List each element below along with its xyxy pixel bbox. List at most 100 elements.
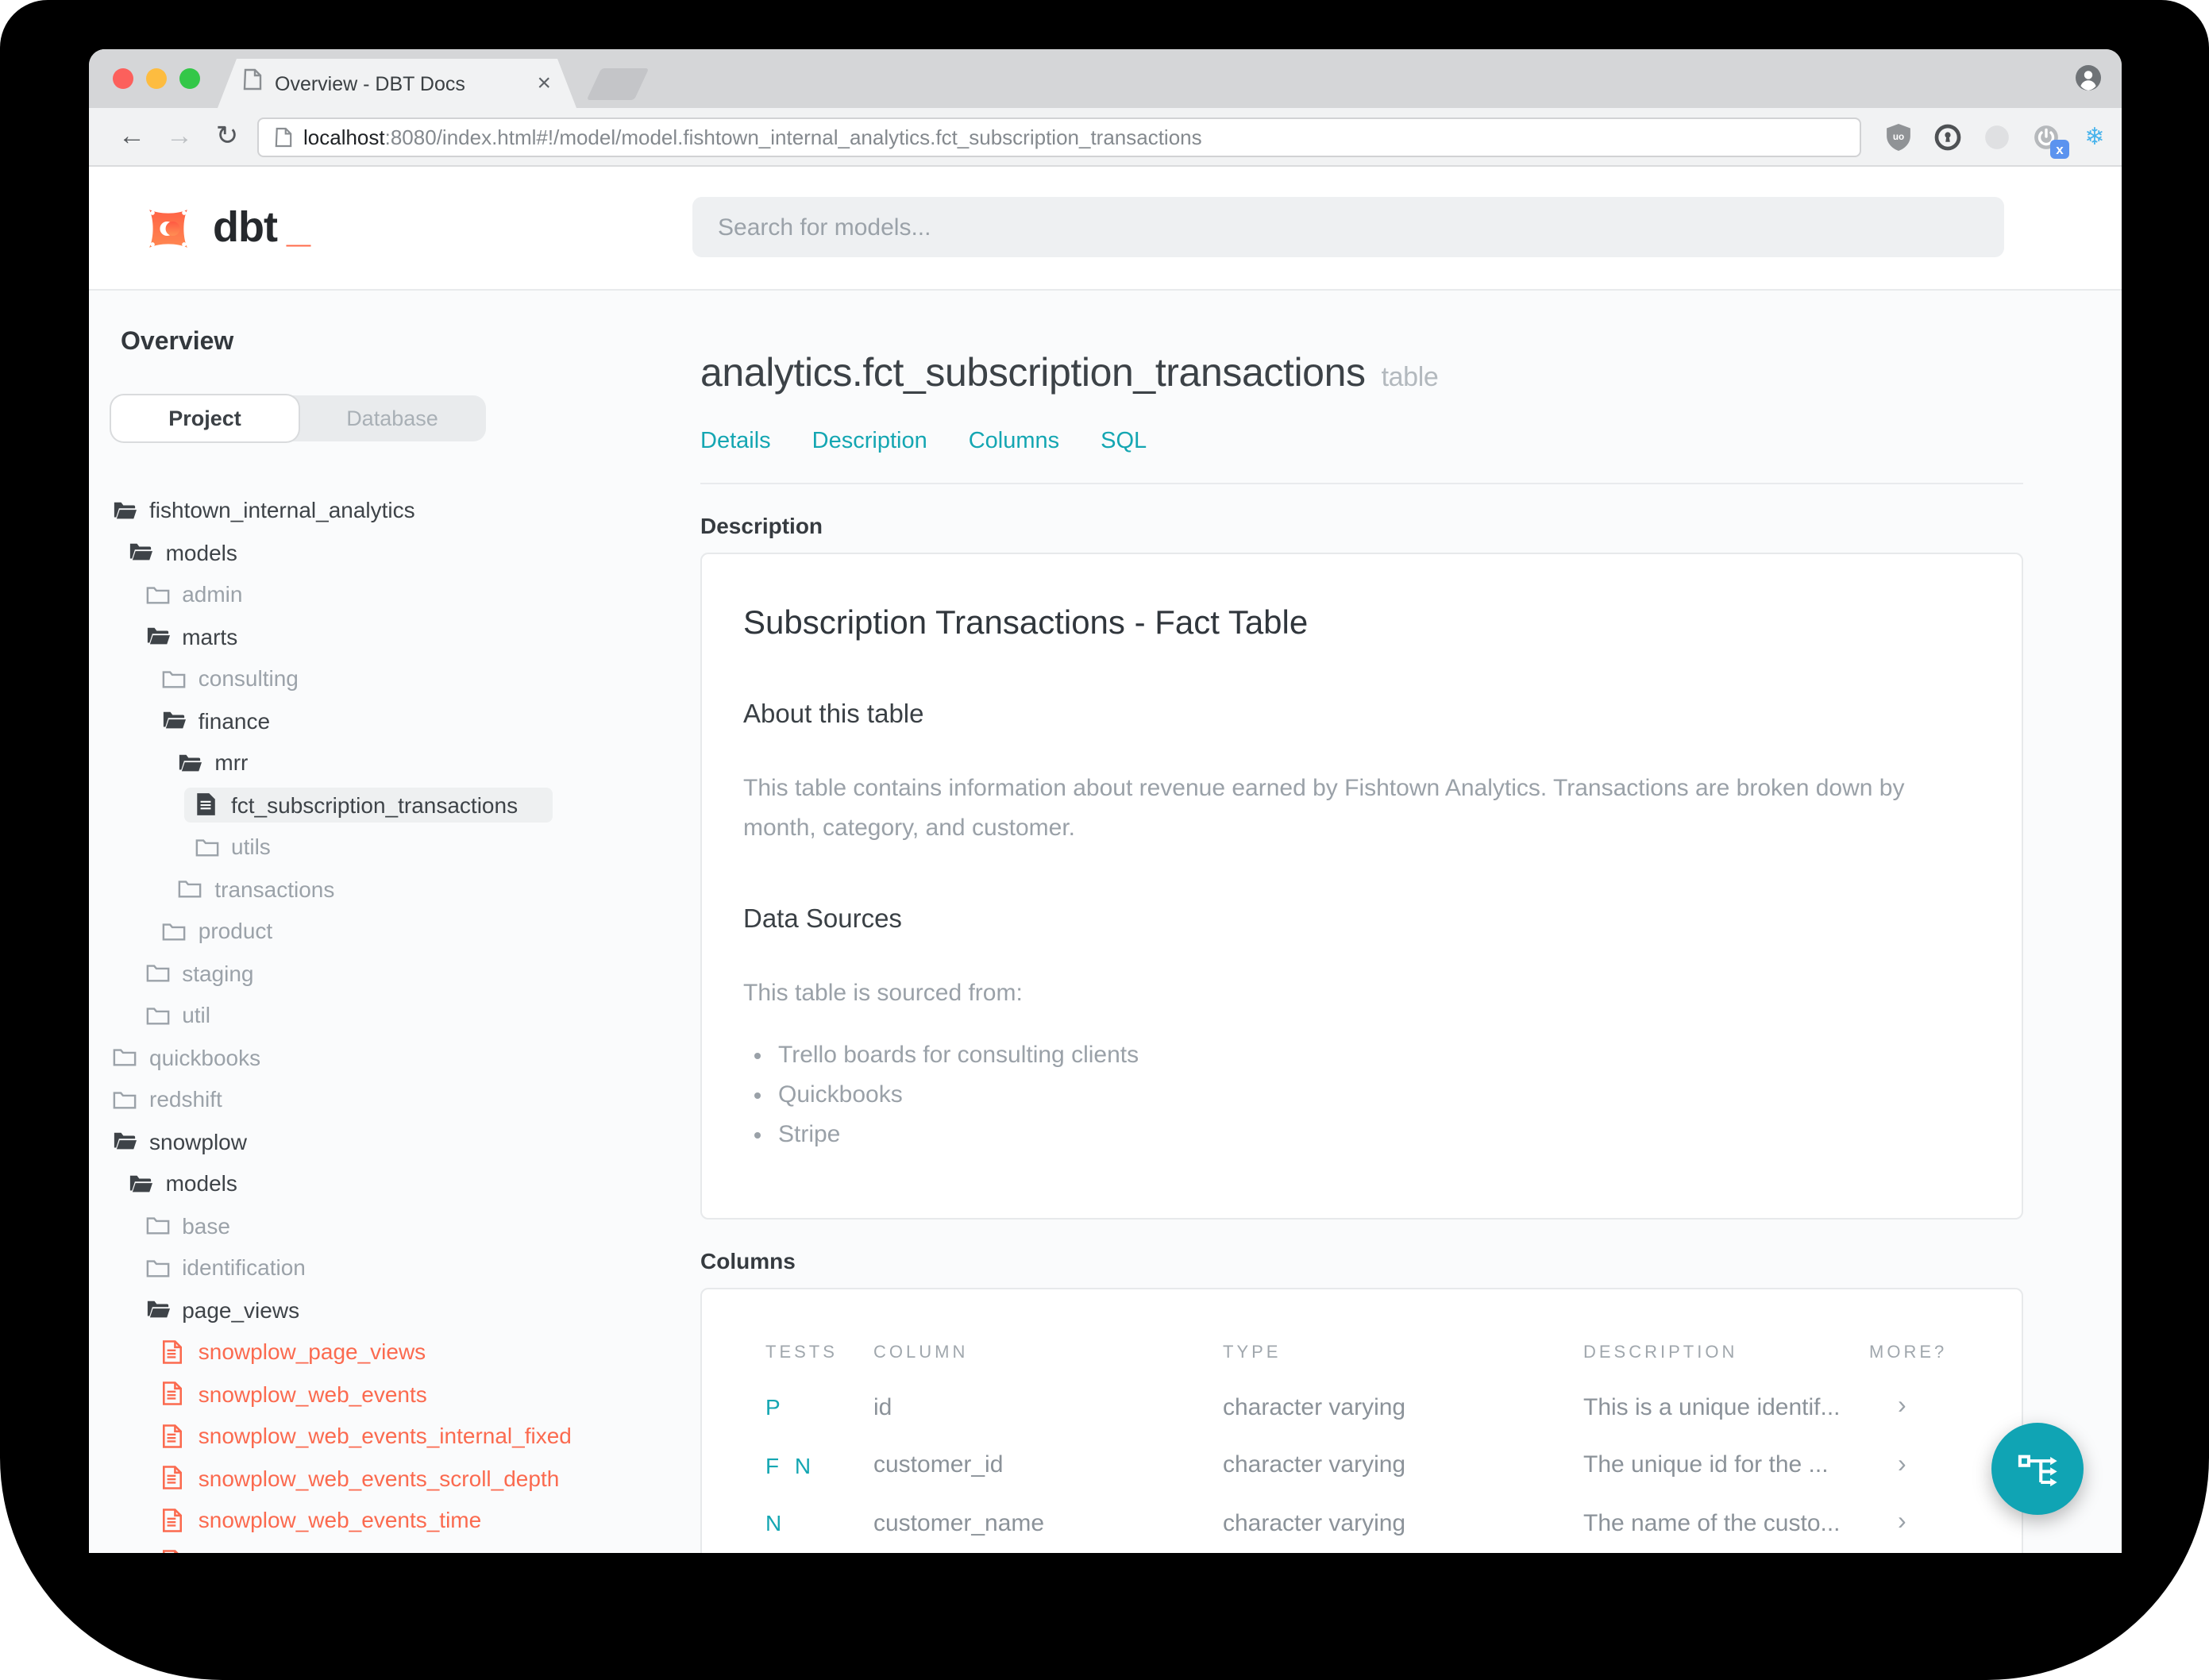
column-row-customer_id[interactable]: F N customer_id character varying The uniqu… <box>765 1436 2022 1494</box>
tree-folder-consulting[interactable]: consulting <box>89 657 697 699</box>
screenshot-frame: Overview - DBT Docs × ← → ↻ localhost:80… <box>0 0 2209 1680</box>
folder-closed-icon <box>145 584 169 606</box>
tree-folder-transactions[interactable]: transactions <box>89 868 697 910</box>
tree-file-snowplow_web_events_internal_fixed[interactable]: snowplow_web_events_internal_fixed <box>89 1415 697 1457</box>
tree-folder-util[interactable]: util <box>89 994 697 1036</box>
folder-open-icon <box>178 752 202 774</box>
folder-open-icon <box>113 499 137 522</box>
document-icon <box>275 126 292 147</box>
file-icon <box>162 1466 186 1490</box>
minimize-window-button[interactable] <box>146 68 167 89</box>
tree-file-snowplow_web_events_time[interactable]: snowplow_web_events_time <box>89 1499 697 1541</box>
tree-item-label: transactions <box>214 876 335 902</box>
column-row-customer_name[interactable]: Ncustomer_name character varying The name … <box>765 1494 2022 1552</box>
tree-folder-models[interactable]: models <box>89 531 697 573</box>
tree-folder-redshift[interactable]: redshift <box>89 1078 697 1120</box>
sidebar-tab-project[interactable]: Project <box>111 395 299 441</box>
divider <box>700 483 2023 484</box>
cell-cname: id <box>873 1393 892 1421</box>
file-icon <box>162 1508 186 1532</box>
sidebar-tab-database[interactable]: Database <box>299 395 486 441</box>
browser-tab[interactable]: Overview - DBT Docs × <box>218 59 576 108</box>
tree-item-label: models <box>165 1170 237 1196</box>
folder-open-icon <box>113 1131 137 1153</box>
tree-folder-utils[interactable]: utils <box>89 826 697 868</box>
logo-text: dbt <box>213 203 278 251</box>
tree-file-snowplow_page_views[interactable]: snowplow_page_views <box>89 1331 697 1373</box>
tree-folder-marts[interactable]: marts <box>89 615 697 657</box>
disabled-extension-icon[interactable] <box>1982 122 2010 151</box>
folder-closed-icon <box>145 1215 169 1237</box>
tab-close-icon[interactable]: × <box>537 71 551 95</box>
tree-file-snowplow_web_events[interactable]: snowplow_web_events <box>89 1373 697 1415</box>
tree-item-label: snowplow_web_events_internal_fixed <box>198 1423 572 1449</box>
url-host: localhost <box>303 125 385 148</box>
tree-folder-finance[interactable]: finance <box>89 699 697 742</box>
tree-folder-admin[interactable]: admin <box>89 573 697 615</box>
cell-ctype: character varying <box>1223 1509 1406 1537</box>
page-title: analytics.fct_subscription_transactions t… <box>700 351 1439 395</box>
tree-folder-snowplow[interactable]: snowplow <box>89 1120 697 1162</box>
tree-folder-mrr[interactable]: mrr <box>89 742 697 784</box>
tree-item-label: snowplow_web_events <box>198 1381 427 1407</box>
tree-item-label: snowplow_page_views <box>198 1339 426 1365</box>
logo-cursor: _ <box>286 203 311 251</box>
tree-folder-base[interactable]: base <box>89 1204 697 1247</box>
tree-item-label: quickbooks <box>149 1044 261 1070</box>
tree-folder-models[interactable]: models <box>89 1162 697 1204</box>
extension-badge: x <box>2050 140 2069 159</box>
materialization-badge: table <box>1381 362 1439 392</box>
folder-open-icon <box>145 1299 170 1321</box>
snowflake-icon[interactable]: ❄ <box>2080 122 2109 151</box>
nav-link-details[interactable]: Details <box>700 429 771 454</box>
new-tab-button[interactable] <box>586 68 650 100</box>
column-row-category[interactable]: Ncategorycharacter varyingThis column in… <box>765 1552 2022 1553</box>
folder-closed-icon <box>113 1089 137 1111</box>
tree-folder-staging[interactable]: staging <box>89 952 697 994</box>
folder-closed-icon <box>162 920 186 942</box>
folder-open-icon <box>162 710 186 732</box>
reload-icon[interactable]: ↻ <box>203 121 251 152</box>
ublock-shield-icon[interactable]: uo <box>1883 122 1912 151</box>
close-window-button[interactable] <box>113 68 133 89</box>
extension-icons: uo x ❄ <box>1883 122 2109 159</box>
search-input[interactable] <box>692 197 2004 257</box>
tree-file-snowplow_web_page_context[interactable]: snowplow_web_page_context <box>89 1541 697 1553</box>
page-favicon-icon <box>243 68 262 98</box>
folder-closed-icon <box>145 962 169 984</box>
dbt-logo[interactable]: dbt _ <box>140 167 310 289</box>
dag-icon <box>2018 1455 2057 1487</box>
cell-tests: P <box>765 1394 785 1420</box>
back-icon[interactable]: ← <box>108 121 156 152</box>
zoom-window-button[interactable] <box>179 68 200 89</box>
tree-item-label: models <box>165 539 237 565</box>
profile-avatar-icon[interactable] <box>2076 65 2101 98</box>
onepassword-keyhole-icon[interactable] <box>1933 122 1961 151</box>
column-row-id[interactable]: Pid character varying This is a unique ide… <box>765 1378 2022 1436</box>
nav-link-columns[interactable]: Columns <box>969 429 1059 454</box>
tree-folder-product[interactable]: product <box>89 910 697 952</box>
tree-folder-page_views[interactable]: page_views <box>89 1289 697 1331</box>
tree-folder-fishtown_internal_analytics[interactable]: fishtown_internal_analytics <box>89 489 697 531</box>
power-extension-icon[interactable]: x <box>2031 122 2069 159</box>
site-header: dbt _ <box>89 167 2122 291</box>
folder-closed-icon <box>195 836 218 858</box>
forward-icon[interactable]: → <box>156 121 203 152</box>
address-bar[interactable]: localhost:8080/index.html#!/model/model.… <box>257 117 1861 156</box>
cell-tests: N <box>765 1510 787 1536</box>
tree-file-snowplow_web_events_scroll_depth[interactable]: snowplow_web_events_scroll_depth <box>89 1457 697 1499</box>
tree-file-fct_subscription_transactions[interactable]: fct_subscription_transactions <box>89 784 697 826</box>
lineage-graph-button[interactable] <box>1991 1423 2084 1515</box>
about-text: This table contains information about re… <box>743 775 1905 842</box>
column-header-column: COLUMN <box>873 1343 969 1362</box>
nav-link-sql[interactable]: SQL <box>1101 429 1147 454</box>
nav-link-description[interactable]: Description <box>812 429 927 454</box>
expand-chevron-icon[interactable]: › <box>1869 1451 1964 1480</box>
expand-chevron-icon[interactable]: › <box>1869 1509 1964 1538</box>
expand-chevron-icon[interactable]: › <box>1869 1393 1964 1422</box>
tree-folder-quickbooks[interactable]: quickbooks <box>89 1036 697 1078</box>
tree-item-label: admin <box>182 581 243 607</box>
description-section-label: Description <box>700 513 823 538</box>
tree-item-label: staging <box>182 960 254 986</box>
tree-folder-identification[interactable]: identification <box>89 1247 697 1289</box>
